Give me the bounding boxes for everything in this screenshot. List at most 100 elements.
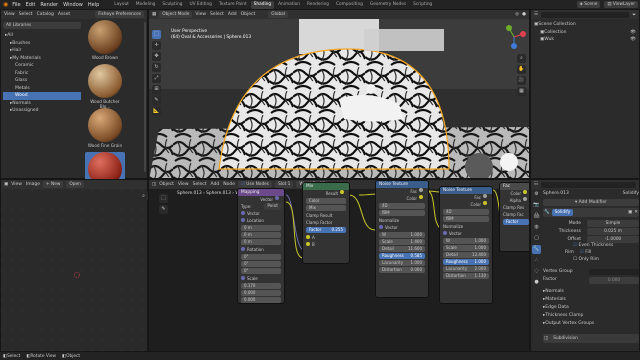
rotate-tool-icon[interactable]: ↻ [152,63,161,72]
noise-texture-node-2[interactable]: Noise Texture Fac Color 4D fBM Normalize Vecto… [439,186,493,304]
scale-z-field[interactable]: 0.000 [241,297,281,303]
node-annotate-icon[interactable]: ✎ [159,205,168,214]
asset-item[interactable]: Wood Brown [85,20,125,61]
catalog-item[interactable]: ▸ Normals [3,100,81,108]
navigation-gizmo[interactable] [501,24,527,50]
tab-scripting[interactable]: Scripting [410,1,435,9]
outliner-item[interactable]: ▣ Collection 👁 [534,29,636,37]
input-socket[interactable] [241,276,245,280]
normalize-checkbox[interactable]: Normalize [440,223,492,230]
catalog-item[interactable]: ▸ My Materials [3,55,81,63]
output-socket[interactable] [483,201,487,205]
filter-icon[interactable]: ⏷ [632,12,636,18]
noise-w-field[interactable]: W 1.000 [379,232,425,238]
tab-geometry-nodes[interactable]: Geometry Nodes [367,1,409,9]
open-image-button[interactable]: Open [66,181,84,188]
overlay-icon[interactable]: ◎ [515,12,519,17]
folder-selector[interactable]: Fisheye Preferences [95,11,144,18]
noise-lacunarity-field[interactable]: Lacunarity 2.000 [443,266,489,272]
vertex-group-field[interactable] [589,269,639,275]
output-socket[interactable] [523,197,527,201]
asset-item[interactable]: Wood Butcher Blo... [85,64,125,109]
outliner-item[interactable]: ▣ Wuk 👁 [534,36,636,44]
catalog-item[interactable]: Glass [3,77,81,85]
menu-catalog[interactable]: Catalog [37,12,54,17]
noise-lacunarity-field[interactable]: Lacunarity 1.000 [379,260,425,266]
ramp-factor-field[interactable]: Factor [503,219,529,225]
only-rim-checkbox[interactable]: ☐ Only Rim [573,257,639,265]
annotate-tool-icon[interactable]: ✎ [152,96,161,105]
input-socket[interactable] [306,235,310,239]
noise-scale-field[interactable]: Scale 1.400 [379,239,425,245]
modifier-name-field[interactable]: Solidify [551,209,574,216]
noise-distortion-field[interactable]: Distortion 0.000 [379,267,425,273]
menu-object[interactable]: Object [241,12,256,17]
noise-dimensions-select[interactable]: 4D [443,209,489,215]
mix-data-type-select[interactable]: Color [306,198,346,204]
menu-add[interactable]: Add [228,12,237,17]
input-socket[interactable] [306,242,310,246]
input-socket[interactable] [241,218,245,222]
outliner-search-input[interactable] [541,11,630,18]
even-thickness-checkbox[interactable]: ☑ Even Thickness [573,243,639,250]
catalog-item[interactable]: ▸ Brushes [3,40,81,48]
tool-tab-icon[interactable]: ⚙ [532,190,541,199]
properties-search-input[interactable] [541,181,636,188]
move-tool-icon[interactable]: ✥ [152,52,161,61]
outliner-icon[interactable]: ☰ [534,12,538,17]
output-socket[interactable] [483,194,487,198]
menu-view[interactable]: View [195,12,206,17]
panel-edge-data[interactable]: ▸ Edge Data [543,304,639,312]
catalog-item[interactable]: ▸ All [3,32,81,40]
node-select-icon[interactable]: ⬚ [159,194,168,203]
noise-scale-field[interactable]: Scale 1.000 [443,245,489,251]
mix-node[interactable]: Mix Result Color Mix Clamp Result Clamp Facto… [302,182,350,264]
tab-shading[interactable]: Shading [250,0,275,9]
tab-compositing[interactable]: Compositing [333,1,366,9]
material-tab-icon[interactable]: ● [532,278,541,287]
output-socket[interactable] [419,188,423,192]
catalog-item[interactable]: Ceramic [3,62,81,70]
catalog-item[interactable]: ▸ Unassigned [3,107,81,115]
view-layer-selector[interactable]: ▤ ViewLayer [604,1,638,8]
input-socket[interactable] [379,225,383,229]
color-ramp-node[interactable]: Fac Color Alpha Clamp Res Clamp Fac Factor [499,182,529,252]
orientation-selector[interactable]: Global [268,11,289,18]
render-tab-icon[interactable]: 📷 [532,201,541,210]
output-socket[interactable] [419,195,423,199]
subdivision-modifier-header[interactable]: ◫ Subdivision [543,334,639,343]
input-socket[interactable] [241,211,245,215]
normalize-checkbox[interactable]: Normalize [376,217,428,224]
catalog-item[interactable]: ▸ Hair [3,47,81,55]
node-title[interactable]: Fac [500,183,529,190]
menu-view[interactable]: View [4,12,15,17]
mix-blend-select[interactable]: Mix [306,205,346,211]
noise-detail-field[interactable]: Detail 13.400 [443,252,489,258]
menu-view[interactable]: View [11,182,22,187]
location-y-field[interactable]: 0 m [241,232,281,238]
tab-texture-paint[interactable]: Texture Paint [216,1,250,9]
clamp-factor-checkbox[interactable]: Clamp Factor [303,219,349,226]
select-tool-icon[interactable]: ⬚ [152,30,161,39]
menu-help[interactable]: Help [88,2,99,8]
tab-layout[interactable]: Layout [111,1,132,9]
asset-scrollbar[interactable] [144,22,146,172]
panel-normals[interactable]: ▸ Normals [543,288,639,296]
mapping-node[interactable]: Mapping Vector Type: Point Vector Location 0 m… [237,188,285,304]
catalog-item[interactable]: Wood [3,92,81,100]
output-socket[interactable] [340,190,344,194]
asset-item[interactable]: Wood Fine Grain [85,108,125,149]
transform-tool-icon[interactable]: ⊞ [152,85,161,94]
close-icon[interactable]: ✕ [634,210,638,215]
visibility-eye-icon[interactable]: 👁 [630,36,636,44]
object-mode-selector[interactable]: Object Mode [159,11,193,18]
mix-factor-field[interactable]: Factor 0.255 [306,227,346,233]
menu-render[interactable]: Render [40,2,58,8]
tab-sculpting[interactable]: Sculpting [159,1,185,9]
camera-toggle-icon[interactable]: ▣ [628,210,632,215]
noise-dimensions-select[interactable]: 4D [379,203,425,209]
pan-hand-icon[interactable]: ✋ [517,65,526,74]
3d-viewport[interactable]: ▦ Object Mode View Select Add Object Global… [148,9,530,179]
location-x-field[interactable]: 0 m [241,225,281,231]
zoom-icon[interactable]: ⌕ [517,54,526,63]
